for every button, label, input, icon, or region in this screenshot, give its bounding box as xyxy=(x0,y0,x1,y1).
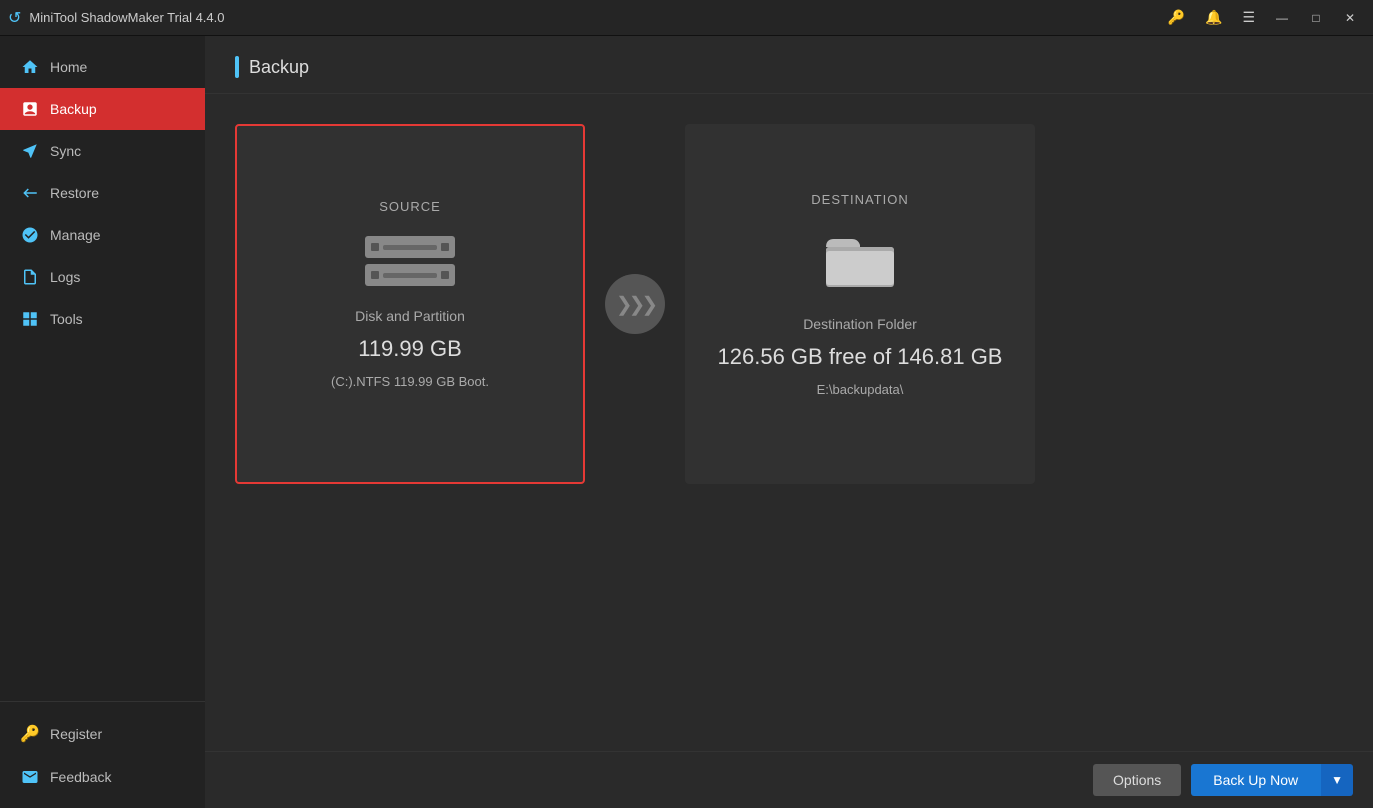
sidebar-item-manage[interactable]: Manage xyxy=(0,214,205,256)
notification-icon[interactable]: 🔔 xyxy=(1197,5,1230,30)
backup-now-group: Back Up Now ▼ xyxy=(1191,764,1353,796)
title-bar-left: ↺ MiniTool ShadowMaker Trial 4.4.0 xyxy=(8,8,225,28)
key-icon[interactable]: 🔑 xyxy=(1160,5,1193,30)
feedback-icon xyxy=(20,768,40,786)
footer: Options Back Up Now ▼ xyxy=(205,751,1373,808)
backup-content: SOURCE Disk and Partition xyxy=(205,94,1373,751)
destination-path: E:\backupdata\ xyxy=(817,382,904,397)
destination-type: Destination Folder xyxy=(803,316,917,332)
app-title: MiniTool ShadowMaker Trial 4.4.0 xyxy=(29,10,224,25)
sidebar: Home Backup Sync Restore xyxy=(0,36,205,808)
backup-now-button[interactable]: Back Up Now xyxy=(1191,764,1320,796)
source-detail: (C:).NTFS 119.99 GB Boot. xyxy=(331,374,489,389)
title-bar-controls: 🔑 🔔 ☰ — □ ✕ xyxy=(1160,5,1365,30)
sidebar-item-sync[interactable]: Sync xyxy=(0,130,205,172)
backup-icon xyxy=(20,100,40,118)
disk-line-1 xyxy=(383,245,437,250)
sidebar-bottom: 🔑 Register Feedback xyxy=(0,701,205,808)
sidebar-label-sync: Sync xyxy=(50,143,81,159)
sidebar-item-tools[interactable]: Tools xyxy=(0,298,205,340)
arrow-icon: ❯❯❯ xyxy=(605,274,665,334)
main-layout: Home Backup Sync Restore xyxy=(0,36,1373,808)
sidebar-item-logs[interactable]: Logs xyxy=(0,256,205,298)
sidebar-label-manage: Manage xyxy=(50,227,101,243)
sidebar-label-restore: Restore xyxy=(50,185,99,201)
sidebar-label-backup: Backup xyxy=(50,101,97,117)
disk-dot-3 xyxy=(371,271,379,279)
source-type: Disk and Partition xyxy=(355,308,465,324)
close-button[interactable]: ✕ xyxy=(1335,6,1365,30)
sidebar-item-register[interactable]: 🔑 Register xyxy=(0,712,205,756)
page-header: Backup xyxy=(205,36,1373,94)
destination-free-space: 126.56 GB free of 146.81 GB xyxy=(718,344,1003,370)
disk-line-2 xyxy=(383,273,437,278)
menu-icon[interactable]: ☰ xyxy=(1234,5,1263,30)
folder-icon xyxy=(824,229,896,294)
sidebar-label-logs: Logs xyxy=(50,269,80,285)
disk-dot-4 xyxy=(441,271,449,279)
sidebar-label-register: Register xyxy=(50,726,102,742)
source-card[interactable]: SOURCE Disk and Partition xyxy=(235,124,585,484)
page-title: Backup xyxy=(249,57,309,78)
source-size: 119.99 GB xyxy=(358,336,462,362)
source-label: SOURCE xyxy=(379,199,441,214)
logs-icon xyxy=(20,268,40,286)
options-button[interactable]: Options xyxy=(1093,764,1181,796)
sidebar-nav: Home Backup Sync Restore xyxy=(0,36,205,701)
register-icon: 🔑 xyxy=(20,724,40,744)
dest-label: DESTINATION xyxy=(811,192,908,207)
sidebar-label-home: Home xyxy=(50,59,87,75)
sidebar-label-feedback: Feedback xyxy=(50,769,111,785)
sync-icon xyxy=(20,142,40,160)
destination-card[interactable]: DESTINATION Destination Folder 126.56 GB… xyxy=(685,124,1035,484)
chevron-down-icon: ▼ xyxy=(1331,773,1343,787)
sidebar-item-home[interactable]: Home xyxy=(0,46,205,88)
title-bar: ↺ MiniTool ShadowMaker Trial 4.4.0 🔑 🔔 ☰… xyxy=(0,0,1373,36)
maximize-button[interactable]: □ xyxy=(1301,6,1331,30)
disk-dot-1 xyxy=(371,243,379,251)
sidebar-item-restore[interactable]: Restore xyxy=(0,172,205,214)
source-dest-row: SOURCE Disk and Partition xyxy=(235,124,1343,484)
chevron-right-icon: ❯❯❯ xyxy=(616,292,654,317)
sidebar-item-feedback[interactable]: Feedback xyxy=(0,756,205,798)
disk-bar-2 xyxy=(365,264,455,286)
header-accent-bar xyxy=(235,56,239,78)
content-area: Backup SOURCE xyxy=(205,36,1373,808)
sidebar-item-backup[interactable]: Backup xyxy=(0,88,205,130)
manage-icon xyxy=(20,226,40,244)
home-icon xyxy=(20,58,40,76)
disk-dot-2 xyxy=(441,243,449,251)
minimize-button[interactable]: — xyxy=(1267,6,1297,30)
sidebar-label-tools: Tools xyxy=(50,311,83,327)
restore-icon xyxy=(20,184,40,202)
disk-icon xyxy=(365,236,455,286)
backup-now-dropdown-button[interactable]: ▼ xyxy=(1320,764,1353,796)
disk-bar-1 xyxy=(365,236,455,258)
app-logo-icon: ↺ xyxy=(8,8,21,28)
tools-icon xyxy=(20,310,40,328)
